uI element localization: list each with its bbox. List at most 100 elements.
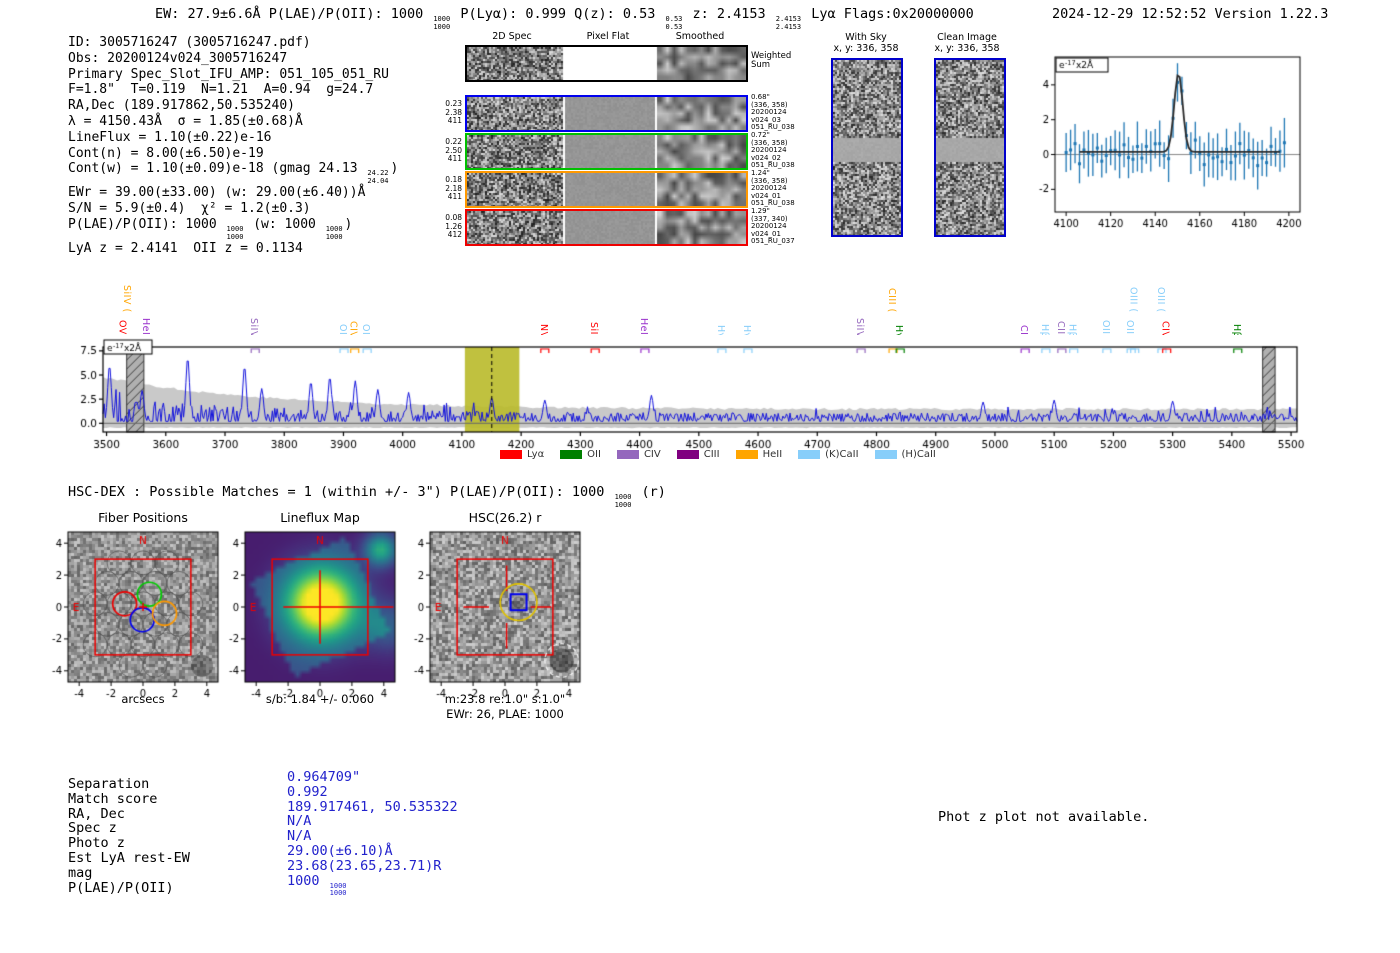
text-segment: N/A	[287, 828, 312, 845]
match-table-value: 1000 1000 1000	[287, 873, 349, 898]
hsc-match-summary: HSC-DEX : Possible Matches = 1 (within +…	[68, 484, 666, 509]
column-header: Smoothed	[675, 31, 725, 42]
text-segment: EW: 27.9±6.6Å P(LAE)/P(OII): 1000	[155, 6, 432, 22]
elixer-report-page: EW: 27.9±6.6Å P(LAE)/P(OII): 1000 1000 10…	[0, 0, 1400, 953]
cutout-left-label: 0.23 2.38 411	[445, 99, 462, 125]
text-segment: 0.964709"	[287, 769, 361, 785]
match-table-label: RA, Dec	[68, 805, 125, 822]
legend-item: (K)CaII	[798, 449, 859, 460]
header-datetime: 2024-12-29 12:52:52 Version 1.22.3	[1052, 6, 1329, 22]
info-line: LyA z = 2.4141 OII z = 0.1134	[68, 241, 398, 257]
text-segment: Lyα Flags:0x20000000	[803, 6, 974, 22]
match-table-value: 23.68(23.65,23.71)R	[287, 858, 441, 874]
legend-item: (H)CaII	[874, 449, 936, 460]
text-segment: LyA z = 2.4141 OII z = 0.1134	[68, 241, 303, 257]
fraction: 0.53 0.53	[665, 15, 683, 31]
cutout-left-label: 0.22 2.50 411	[445, 137, 462, 163]
panel-title: Lineflux Map	[280, 510, 360, 525]
info-line: F=1.8" T=0.119 N=1.21 A=0.94 g=24.7	[68, 82, 398, 98]
info-line: λ = 4150.43Å σ = 1.85(±0.68)Å	[68, 114, 398, 130]
match-table-label: Photo z	[68, 835, 125, 852]
text-segment: Primary Spec_Slot_IFU_AMP: 051_105_051_R…	[68, 66, 389, 82]
column-header: 2D Spec	[492, 31, 532, 42]
info-line: EWr = 39.00(±33.00) (w: 29.00(±6.40))Å	[68, 185, 398, 201]
cutout-left-label: 0.08 1.26 412	[445, 213, 462, 239]
legend-label: OII	[587, 449, 601, 460]
text-segment: 23.68(23.65,23.71)R	[287, 857, 442, 874]
cutout-strip-images	[467, 173, 746, 206]
header-summary: EW: 27.9±6.6Å P(LAE)/P(OII): 1000 1000 10…	[155, 6, 974, 31]
match-table-label: mag	[68, 864, 93, 881]
legend-label: (H)CaII	[901, 449, 936, 460]
cutout-strip-images	[467, 47, 746, 80]
info-line: Obs: 20200124v024_3005716247	[68, 51, 398, 67]
cutout-strip-images	[467, 211, 746, 244]
cutout-left-label: 0.18 2.18 411	[445, 175, 462, 201]
text-segment: P(Lyα): 0.999 Q(z): 0.53	[452, 6, 664, 22]
text-segment: 189.917461, 50.535322	[287, 798, 458, 815]
info-line: ID: 3005716247 (3005716247.pdf)	[68, 35, 398, 51]
text-segment: λ = 4150.43Å σ = 1.85(±0.68)Å	[68, 113, 303, 129]
fraction: 1000 1000	[325, 225, 343, 241]
cutout-right-label: 0.68" (336, 358) 20200124 v024_03 051_RU_038	[751, 93, 795, 132]
text-segment: Obs: 20200124v024_3005716247	[68, 50, 288, 66]
cutout-strip-images	[467, 135, 746, 168]
legend-item: OII	[560, 449, 601, 460]
cutout-strip	[465, 133, 748, 170]
match-table-label: P(LAE)/P(OII)	[68, 879, 174, 896]
line-label: OIII (	[1154, 287, 1166, 313]
panel-fiber-image	[43, 526, 243, 698]
legend-label: Lyα	[527, 449, 545, 460]
match-table-value: 29.00(±6.10)Å	[287, 843, 393, 859]
text-segment: F=1.8" T=0.119 N=1.21 A=0.94 g=24.7	[68, 82, 374, 98]
match-table-label: Separation	[68, 776, 150, 792]
text-segment: (w: 1000	[245, 217, 324, 233]
match-table-value: N/A	[287, 828, 311, 844]
cutout-right-label: 1.24" (336, 358) 20200124 v024_01 051_RU_038	[751, 169, 795, 208]
text-segment: (r)	[633, 484, 666, 500]
info-line: Primary Spec_Slot_IFU_AMP: 051_105_051_R…	[68, 67, 398, 83]
match-table-label: Match score	[68, 790, 158, 807]
legend-label: (K)CaII	[825, 449, 859, 460]
legend-swatch	[874, 450, 897, 459]
legend-swatch	[735, 450, 758, 459]
column-header: Pixel Flat	[586, 31, 630, 42]
spectral-line-labels: OVI [SiIV (HeII [SiIV (OII (CIV (OII (NV…	[0, 258, 1400, 346]
weighted-sum-label: Weighted Sum	[751, 51, 792, 70]
match-table-value: 0.964709"	[287, 769, 360, 785]
legend-swatch	[676, 450, 699, 459]
panel-lineflux-image	[220, 526, 420, 698]
spectrum-legend: Lyα OII CIV CIII HeII (K)CaII (H)CaII	[500, 444, 952, 463]
legend-item: CIV	[616, 449, 661, 460]
sky-column-image	[831, 58, 903, 237]
detection-info-block: ID: 3005716247 (3005716247.pdf) Obs: 2020…	[68, 35, 398, 257]
match-table-label: Spec z	[68, 820, 117, 837]
text-segment: HSC-DEX : Possible Matches = 1 (within +…	[68, 484, 613, 500]
info-line: S/N = 5.9(±0.4) χ² = 1.2(±0.3)	[68, 201, 398, 217]
text-segment: RA,Dec (189.917862,50.535240)	[68, 98, 295, 114]
match-table-value: 0.992	[287, 784, 328, 800]
legend-item: HeII	[735, 449, 782, 460]
text-segment: )	[344, 217, 353, 233]
sky-column-title: Clean Image x, y: 336, 358	[934, 32, 1000, 54]
match-table-value: 189.917461, 50.535322	[287, 799, 458, 815]
line-fit-plot	[1035, 45, 1315, 245]
legend-swatch	[500, 450, 522, 459]
text-segment: Cont(w) = 1.10(±0.09)e-18 (gmag 24.13	[68, 161, 366, 177]
fraction: 1000 1000	[614, 493, 632, 509]
info-line: Cont(w) = 1.10(±0.09)e-18 (gmag 24.13 24…	[68, 161, 398, 185]
cutout-strip-images	[467, 97, 746, 130]
text-segment: z: 2.4153	[684, 6, 774, 22]
fraction: 1000 1000	[329, 881, 347, 898]
fraction: 24.22 24.04	[367, 169, 389, 185]
text-segment: P(LAE)/P(OII): 1000	[68, 217, 225, 233]
line-label: CIII (	[886, 288, 898, 313]
fraction: 1000 1000	[433, 15, 451, 31]
photz-note: Phot z plot not available.	[938, 809, 1150, 825]
text-segment: ID: 3005716247 (3005716247.pdf)	[68, 35, 311, 50]
cutout-strip	[465, 45, 748, 82]
cutout-right-label: 0.72" (336, 358) 20200124 v024_02 051_RU_038	[751, 131, 795, 170]
legend-label: CIII	[703, 449, 720, 460]
match-table-value: N/A	[287, 813, 311, 829]
legend-swatch	[560, 450, 583, 459]
